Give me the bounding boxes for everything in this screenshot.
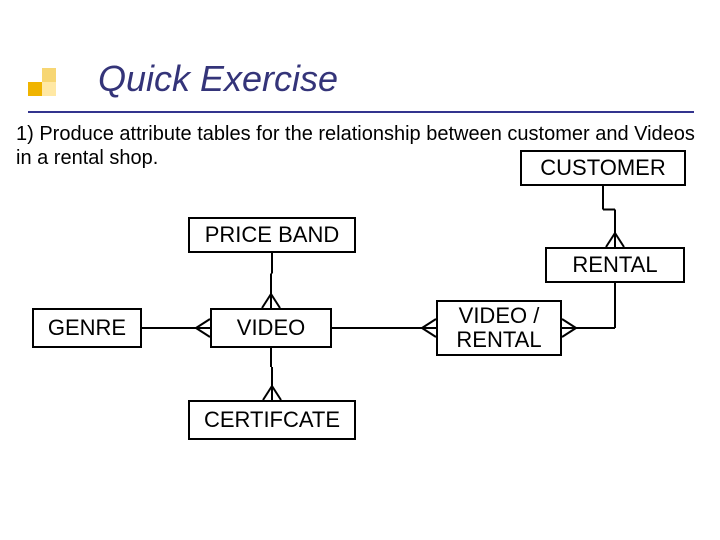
title-accent-icon (28, 68, 56, 96)
entity-label: RENTAL (572, 253, 657, 277)
entity-video: VIDEO (210, 308, 332, 348)
entity-rental: RENTAL (545, 247, 685, 283)
entity-certificate: CERTIFCATE (188, 400, 356, 440)
entity-video-rental: VIDEO / RENTAL (436, 300, 562, 356)
entity-label: VIDEO / RENTAL (456, 304, 541, 352)
entity-price-band: PRICE BAND (188, 217, 356, 253)
slide-title: Quick Exercise (98, 58, 338, 100)
entity-label: CUSTOMER (540, 156, 666, 180)
entity-label: VIDEO (237, 316, 305, 340)
title-underline (28, 111, 694, 113)
entity-label: CERTIFCATE (204, 408, 340, 432)
entity-label: PRICE BAND (205, 223, 339, 247)
entity-genre: GENRE (32, 308, 142, 348)
entity-customer: CUSTOMER (520, 150, 686, 186)
entity-label: GENRE (48, 316, 126, 340)
